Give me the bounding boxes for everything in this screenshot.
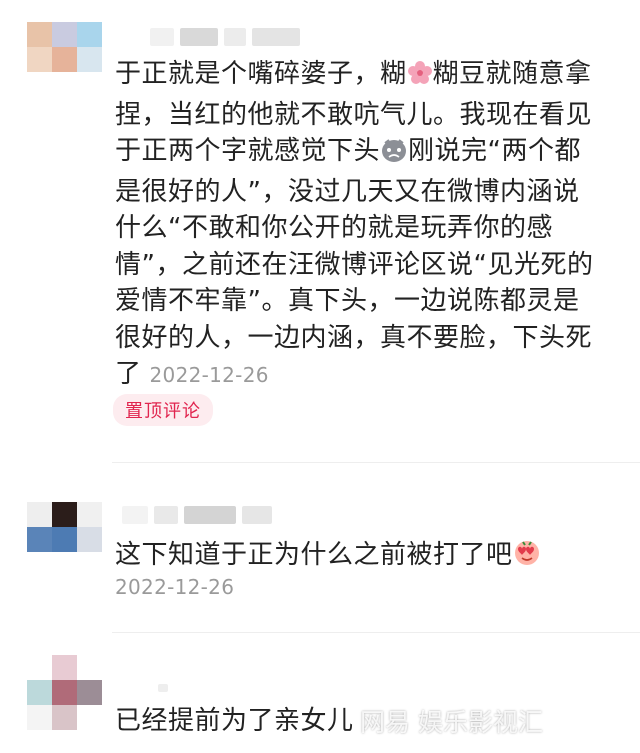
love-eyes-emoji-icon (513, 539, 541, 578)
comment-text: 这下知道于正为什么之前被打了吧 (115, 537, 600, 578)
avatar-blurred[interactable] (27, 655, 102, 730)
watermark: 网易 娱乐影视汇 (360, 708, 543, 737)
username-blurred[interactable] (150, 28, 300, 46)
comment-timestamp: 2022-12-26 (149, 363, 269, 387)
username-blurred[interactable] (158, 684, 168, 692)
sad-face-emoji-icon (380, 137, 408, 174)
comment-text: 于正就是个嘴碎婆子，糊 糊豆就随意拿捏，当红的他就不敢吭气儿。我现在看见于正两个… (115, 59, 594, 389)
username-blurred[interactable] (122, 506, 272, 524)
divider (112, 462, 640, 463)
avatar-blurred[interactable] (27, 502, 102, 552)
comment-text: 已经提前为了亲女儿 (115, 706, 354, 736)
sakura-flower-emoji-icon (407, 60, 433, 97)
pinned-comment-badge: 置顶评论 (113, 394, 213, 426)
avatar-blurred[interactable] (27, 22, 102, 72)
divider (112, 632, 640, 633)
comment-timestamp: 2022-12-26 (115, 575, 235, 599)
